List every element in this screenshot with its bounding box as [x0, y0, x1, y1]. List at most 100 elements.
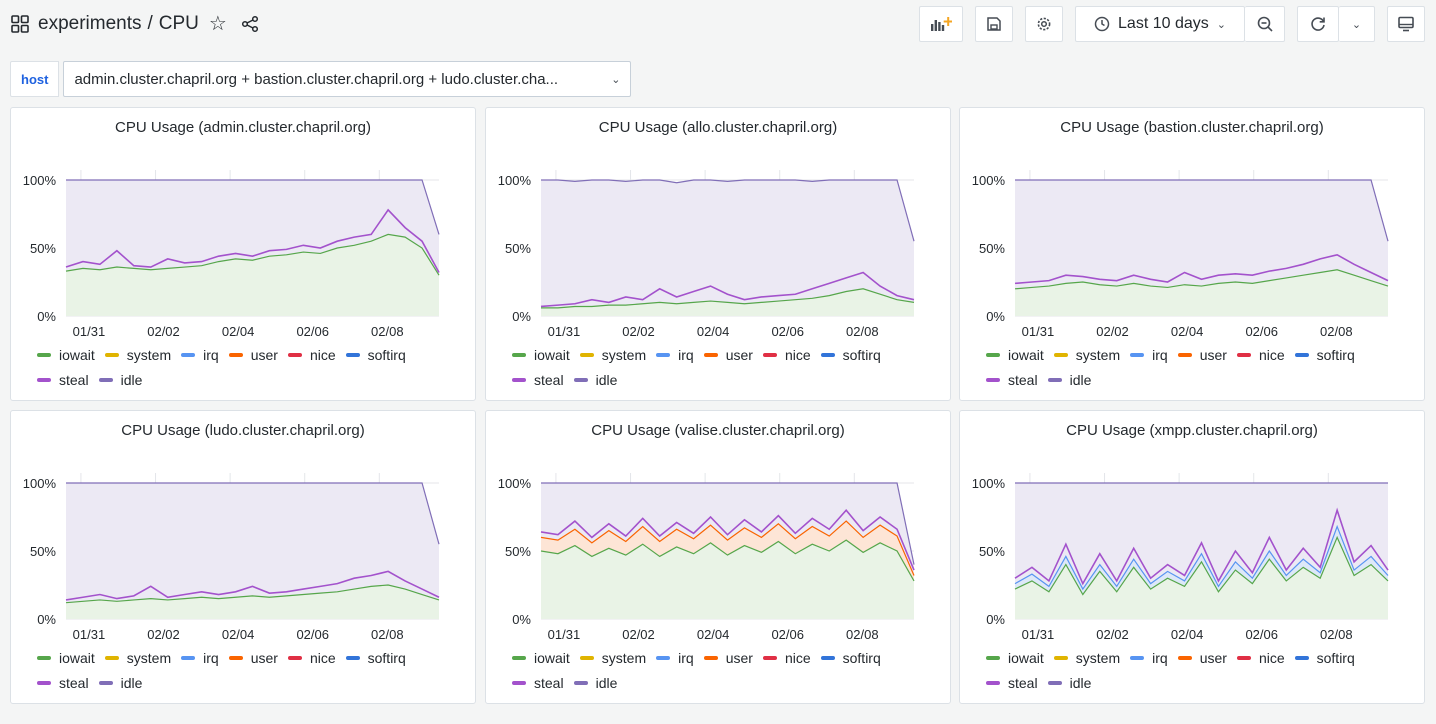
legend-item-softirq[interactable]: softirq — [820, 649, 881, 667]
page-title[interactable]: CPU — [159, 13, 199, 35]
legend-swatch — [228, 353, 243, 357]
legend-label: steal — [1008, 372, 1038, 388]
panel-ludo[interactable]: CPU Usage (ludo.cluster.chapril.org) 0% 5… — [10, 410, 476, 704]
legend-label: nice — [309, 347, 336, 363]
legend-item-idle[interactable]: idle — [1047, 674, 1092, 692]
legend-item-iowait[interactable]: iowait — [986, 346, 1044, 364]
legend-swatch — [986, 656, 1000, 660]
legend-item-irq[interactable]: irq — [181, 649, 219, 667]
legend-item-iowait[interactable]: iowait — [986, 649, 1044, 667]
legend-item-idle[interactable]: idle — [573, 371, 618, 389]
legend-swatch — [1047, 681, 1062, 685]
legend-label: iowait — [534, 650, 570, 666]
add-panel-button[interactable] — [919, 6, 963, 42]
legend-swatch — [703, 353, 718, 357]
refresh-button[interactable] — [1297, 6, 1339, 42]
legend-swatch — [986, 378, 1000, 382]
legend-item-steal[interactable]: steal — [512, 371, 564, 389]
legend-label: steal — [59, 372, 89, 388]
legend-item-irq[interactable]: irq — [656, 346, 694, 364]
legend-swatch — [1294, 353, 1309, 357]
view-mode-button[interactable] — [1387, 6, 1425, 42]
legend-swatch — [37, 681, 51, 685]
legend-item-irq[interactable]: irq — [1130, 346, 1168, 364]
legend-item-softirq[interactable]: softirq — [1294, 649, 1355, 667]
legend-item-system[interactable]: system — [579, 649, 646, 667]
legend-item-steal[interactable]: steal — [986, 371, 1038, 389]
legend-item-user[interactable]: user — [703, 649, 753, 667]
zoom-out-button[interactable] — [1245, 6, 1285, 42]
legend-item-irq[interactable]: irq — [181, 346, 219, 364]
legend-item-iowait[interactable]: iowait — [37, 346, 95, 364]
legend-item-nice[interactable]: nice — [1236, 346, 1285, 364]
legend-label: irq — [1152, 347, 1168, 363]
legend-item-irq[interactable]: irq — [656, 649, 694, 667]
x-tick-label: 02/02 — [622, 324, 655, 339]
legend-item-softirq[interactable]: softirq — [345, 346, 406, 364]
legend-label: softirq — [842, 347, 881, 363]
legend-item-system[interactable]: system — [1053, 649, 1120, 667]
legend-item-user[interactable]: user — [228, 649, 278, 667]
legend-item-user[interactable]: user — [1177, 649, 1227, 667]
legend-item-steal[interactable]: steal — [986, 674, 1038, 692]
chart-legend: iowait system irq user nice softirq steal idle — [986, 346, 1426, 389]
legend-swatch — [287, 353, 302, 357]
legend-item-system[interactable]: system — [1053, 346, 1120, 364]
legend-item-user[interactable]: user — [703, 346, 753, 364]
legend-label: nice — [1258, 347, 1285, 363]
legend-item-steal[interactable]: steal — [37, 371, 89, 389]
legend-label: idle — [595, 372, 618, 388]
legend-item-nice[interactable]: nice — [762, 649, 811, 667]
legend-item-iowait[interactable]: iowait — [37, 649, 95, 667]
legend-item-user[interactable]: user — [1177, 346, 1227, 364]
legend-item-system[interactable]: system — [579, 346, 646, 364]
legend-item-nice[interactable]: nice — [1236, 649, 1285, 667]
save-dashboard-button[interactable] — [975, 6, 1013, 42]
legend-item-softirq[interactable]: softirq — [345, 649, 406, 667]
legend-swatch — [762, 353, 777, 357]
legend-label: softirq — [367, 347, 406, 363]
legend-label: idle — [1069, 372, 1092, 388]
legend-item-idle[interactable]: idle — [573, 674, 617, 692]
legend-item-system[interactable]: system — [104, 346, 171, 364]
legend-item-steal[interactable]: steal — [37, 674, 89, 692]
legend-item-softirq[interactable]: softirq — [1294, 346, 1355, 364]
legend-label: idle — [1069, 675, 1092, 691]
legend-swatch — [37, 656, 51, 660]
legend-item-idle[interactable]: idle — [1047, 371, 1092, 389]
legend-item-system[interactable]: system — [104, 649, 171, 667]
star-icon[interactable]: ☆ — [209, 11, 227, 36]
x-tick-label: 02/08 — [1320, 324, 1353, 339]
refresh-interval-dropdown[interactable]: ⌄ — [1339, 6, 1375, 42]
y-tick-label: 0% — [986, 309, 1005, 324]
legend-item-iowait[interactable]: iowait — [512, 346, 570, 364]
legend-item-idle[interactable]: idle — [98, 674, 142, 692]
legend-item-user[interactable]: user — [228, 346, 278, 364]
legend-item-nice[interactable]: nice — [287, 346, 336, 364]
x-tick-label: 02/04 — [697, 627, 730, 642]
dashboard-settings-button[interactable] — [1025, 6, 1063, 42]
y-tick-label: 0% — [986, 612, 1005, 627]
legend-swatch — [512, 353, 526, 357]
panel-valise[interactable]: CPU Usage (valise.cluster.chapril.org) 0… — [485, 410, 951, 704]
legend-swatch — [1294, 656, 1309, 660]
share-icon[interactable] — [241, 15, 259, 33]
legend-item-nice[interactable]: nice — [762, 346, 811, 364]
panel-admin[interactable]: CPU Usage (admin.cluster.chapril.org) 0%… — [10, 107, 476, 401]
panel-allo[interactable]: CPU Usage (allo.cluster.chapril.org) 0% 5… — [485, 107, 951, 401]
legend-item-softirq[interactable]: softirq — [820, 346, 881, 364]
panel-bastion[interactable]: CPU Usage (bastion.cluster.chapril.org) … — [959, 107, 1425, 401]
legend-item-iowait[interactable]: iowait — [512, 649, 570, 667]
panel-xmpp[interactable]: CPU Usage (xmpp.cluster.chapril.org) 0% 5… — [959, 410, 1425, 704]
legend-item-nice[interactable]: nice — [287, 649, 336, 667]
dashboard-grid-icon[interactable] — [10, 14, 30, 34]
legend-item-irq[interactable]: irq — [1130, 649, 1168, 667]
breadcrumb-folder[interactable]: experiments — [38, 13, 142, 35]
legend-swatch — [656, 656, 671, 660]
legend-item-steal[interactable]: steal — [512, 674, 564, 692]
x-tick-label: 02/02 — [147, 627, 180, 642]
legend-item-idle[interactable]: idle — [98, 371, 142, 389]
legend-label: softirq — [367, 650, 406, 666]
host-variable-select[interactable]: admin.cluster.chapril.org + bastion.clus… — [63, 61, 632, 97]
time-range-picker[interactable]: Last 10 days ⌄ — [1075, 6, 1245, 42]
